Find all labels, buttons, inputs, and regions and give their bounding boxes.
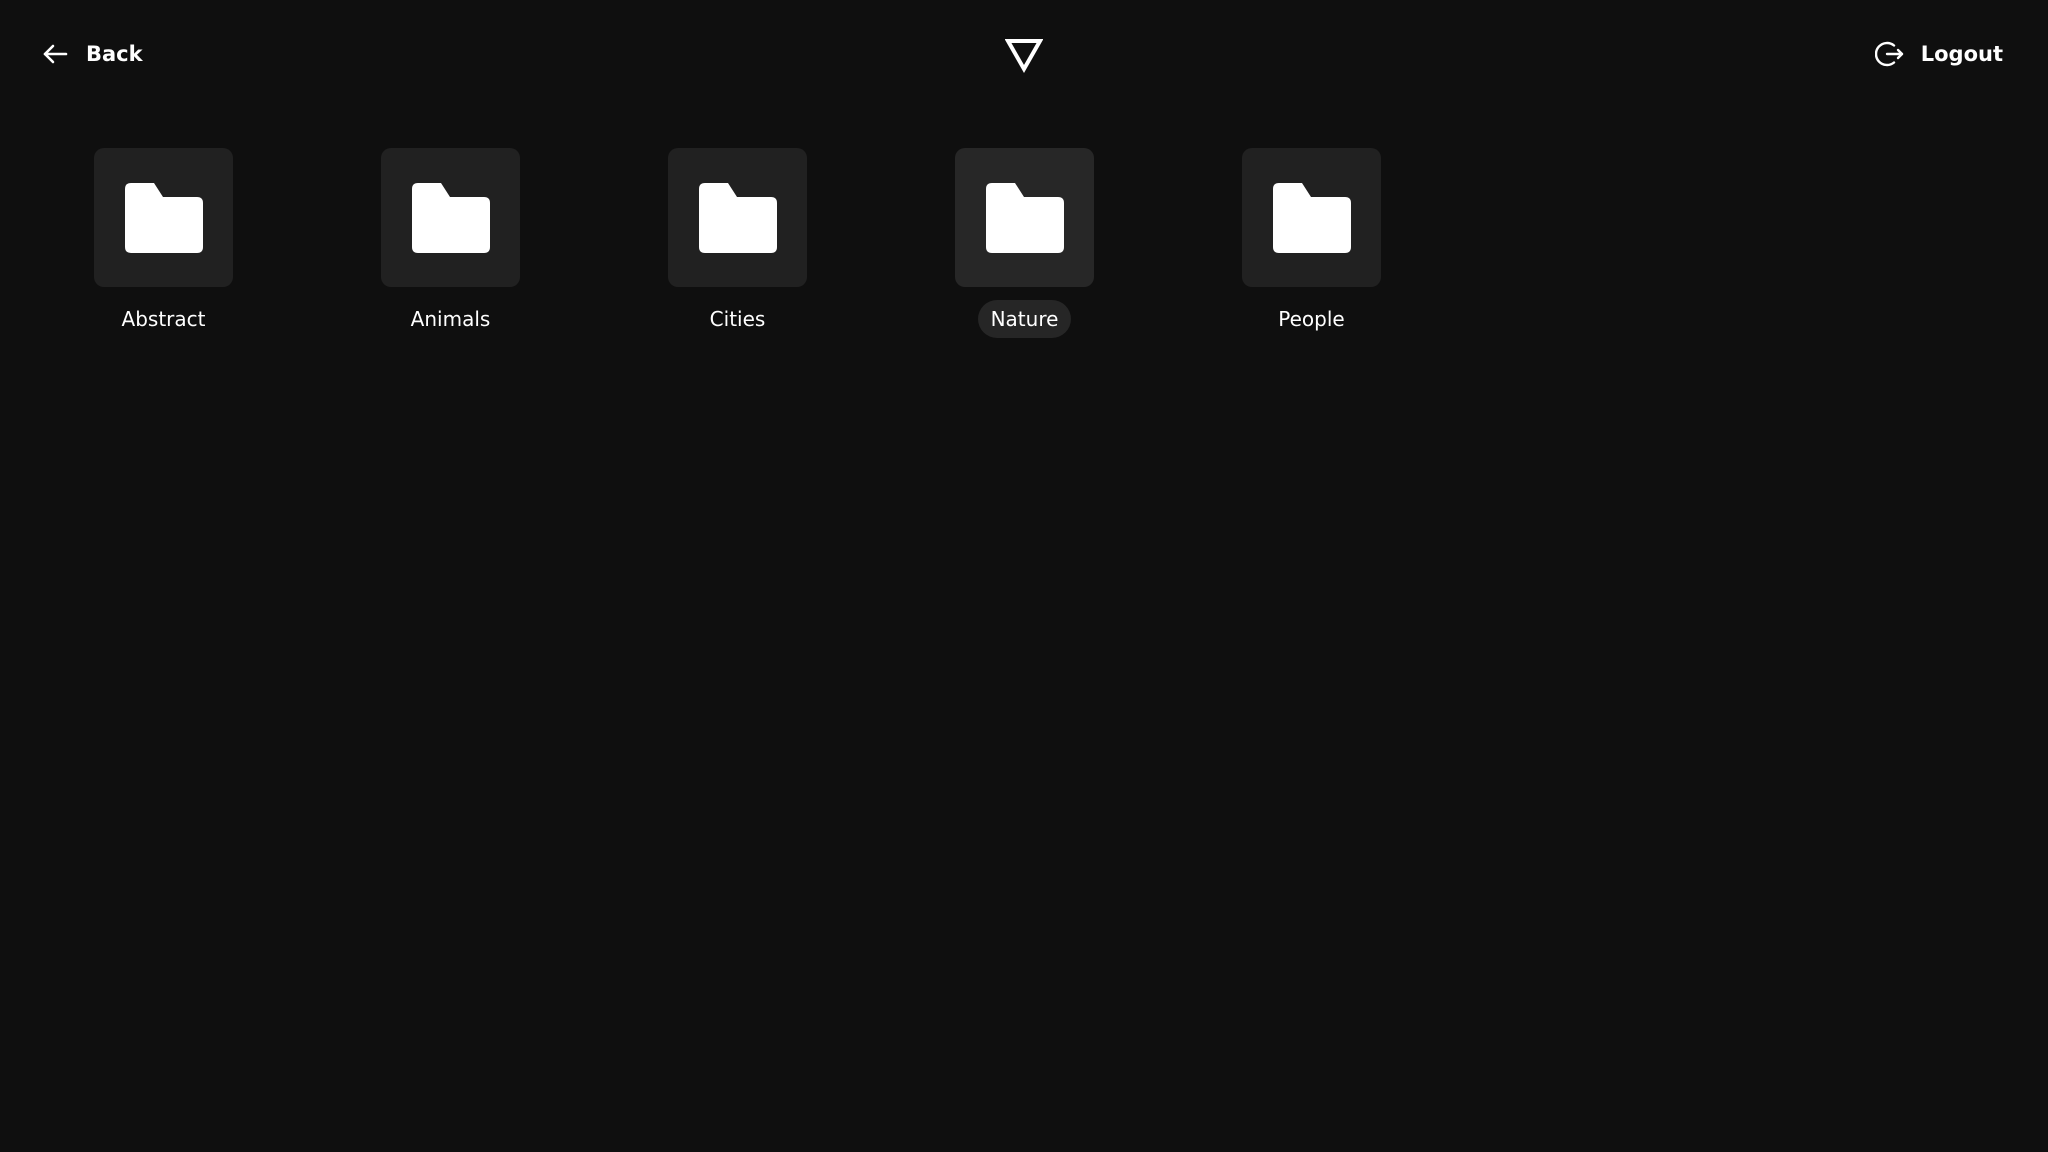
- folder-icon: [985, 182, 1064, 253]
- folder-icon: [411, 182, 490, 253]
- folder-label[interactable]: Animals: [398, 300, 504, 338]
- arrow-left-icon: [40, 39, 70, 69]
- folder-label[interactable]: Abstract: [109, 300, 219, 338]
- back-label: Back: [86, 42, 143, 66]
- folder-icon: [1272, 182, 1351, 253]
- folder-cities[interactable]: Cities: [594, 148, 881, 348]
- logout-icon: [1874, 39, 1905, 69]
- folder-abstract[interactable]: Abstract: [20, 148, 307, 348]
- logout-button[interactable]: Logout: [1874, 36, 2003, 72]
- folder-tile[interactable]: [1242, 148, 1381, 287]
- logout-label: Logout: [1920, 42, 2003, 66]
- folder-nature[interactable]: Nature: [881, 148, 1168, 348]
- folder-tile[interactable]: [94, 148, 233, 287]
- triangle-logo-icon: [1005, 38, 1043, 74]
- folder-animals[interactable]: Animals: [307, 148, 594, 348]
- folder-tile[interactable]: [668, 148, 807, 287]
- top-bar: Back Logout: [0, 0, 2048, 110]
- back-button[interactable]: Back: [40, 36, 143, 72]
- folder-tile[interactable]: [955, 148, 1094, 287]
- folder-label[interactable]: Nature: [977, 300, 1072, 338]
- folder-label[interactable]: People: [1265, 300, 1357, 338]
- folder-label[interactable]: Cities: [697, 300, 779, 338]
- folder-grid: Abstract Animals Cities Nature People: [0, 148, 2048, 348]
- folder-people[interactable]: People: [1168, 148, 1455, 348]
- folder-tile[interactable]: [381, 148, 520, 287]
- folder-icon: [124, 182, 203, 253]
- app-window: Back Logout Abstract Animals Cities Natu…: [0, 0, 2048, 1152]
- folder-icon: [698, 182, 777, 253]
